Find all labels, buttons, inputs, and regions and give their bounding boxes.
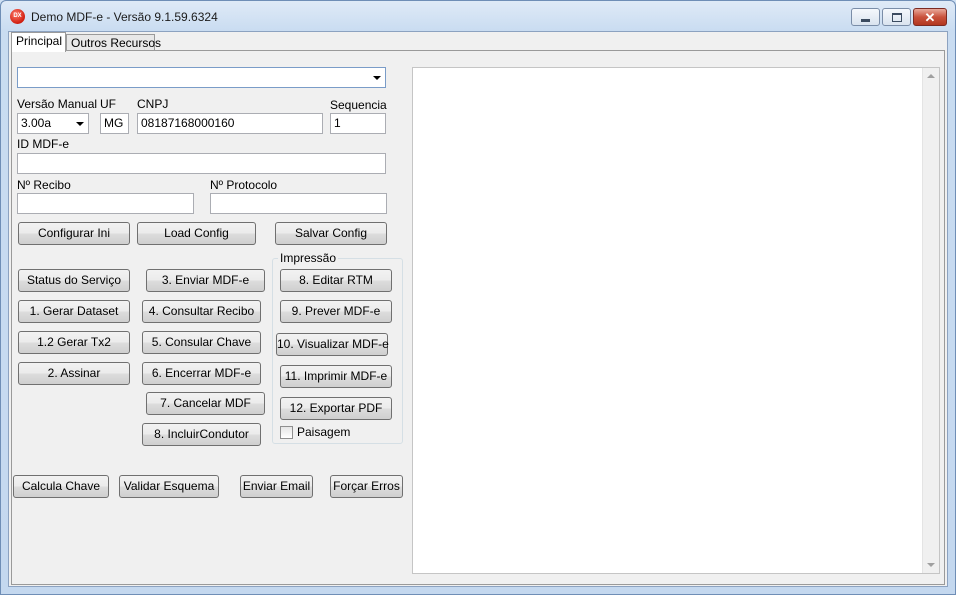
prever-mdfe-button[interactable]: 9. Prever MDF-e: [280, 300, 392, 323]
uf-field[interactable]: MG: [100, 113, 129, 134]
recibo-label: Nº Recibo: [17, 178, 71, 192]
scroll-up-icon[interactable]: [927, 74, 935, 78]
minimize-icon: [861, 18, 870, 22]
title-bar[interactable]: DX Demo MDF-e - Versão 9.1.59.6324 ✕: [0, 0, 956, 32]
chevron-down-icon: [76, 122, 84, 126]
editar-rtm-button[interactable]: 8. Editar RTM: [280, 269, 392, 292]
enviar-email-button[interactable]: Enviar Email: [240, 475, 313, 498]
recibo-field[interactable]: [17, 193, 194, 214]
status-servico-button[interactable]: Status do Serviço: [18, 269, 130, 292]
sequencia-label: Sequencia: [330, 98, 387, 112]
consultar-chave-button[interactable]: 5. Consular Chave: [142, 331, 261, 354]
tab-principal[interactable]: Principal: [11, 32, 66, 52]
encerrar-mdfe-button[interactable]: 6. Encerrar MDF-e: [142, 362, 261, 385]
sequencia-field[interactable]: 1: [330, 113, 386, 134]
output-memo[interactable]: [412, 67, 940, 574]
maximize-button[interactable]: [882, 8, 911, 26]
vertical-scrollbar[interactable]: [922, 68, 939, 573]
assinar-button[interactable]: 2. Assinar: [18, 362, 130, 385]
cancelar-mdf-button[interactable]: 7. Cancelar MDF: [146, 392, 265, 415]
window-title: Demo MDF-e - Versão 9.1.59.6324: [31, 10, 218, 24]
consultar-recibo-button[interactable]: 4. Consultar Recibo: [142, 300, 261, 323]
close-icon: ✕: [924, 9, 936, 25]
tab-page-principal: Versão Manual UF CNPJ Sequencia 3.00a MG…: [11, 50, 945, 585]
paisagem-checkbox[interactable]: [280, 426, 293, 439]
incluir-condutor-button[interactable]: 8. IncluirCondutor: [142, 423, 261, 446]
gerar-tx2-button[interactable]: 1.2 Gerar Tx2: [18, 331, 130, 354]
chevron-down-icon: [373, 76, 381, 80]
calcula-chave-button[interactable]: Calcula Chave: [13, 475, 109, 498]
cnpj-label: CNPJ: [137, 97, 169, 111]
protocolo-field[interactable]: [210, 193, 387, 214]
app-logo-icon[interactable]: DX: [10, 9, 25, 24]
scroll-down-icon[interactable]: [927, 563, 935, 567]
versao-label: Versão Manual: [17, 97, 98, 111]
salvar-config-button[interactable]: Salvar Config: [275, 222, 387, 245]
impressao-group-title: Impressão: [278, 251, 339, 265]
versao-value: 3.00a: [21, 116, 52, 130]
id-mdfe-label: ID MDF-e: [17, 137, 69, 151]
forcar-erros-button[interactable]: Forçar Erros: [330, 475, 403, 498]
visualizar-mdfe-button[interactable]: 10. Visualizar MDF-e: [276, 333, 389, 356]
imprimir-mdfe-button[interactable]: 11. Imprimir MDF-e: [280, 365, 392, 388]
minimize-button[interactable]: [851, 8, 880, 26]
enviar-mdfe-button[interactable]: 3. Enviar MDF-e: [146, 269, 265, 292]
validar-esquema-button[interactable]: Validar Esquema: [119, 475, 219, 498]
cnpj-field[interactable]: 08187168000160: [137, 113, 323, 134]
paisagem-label: Paisagem: [297, 425, 351, 439]
exportar-pdf-button[interactable]: 12. Exportar PDF: [280, 397, 392, 420]
protocolo-label: Nº Protocolo: [210, 178, 278, 192]
versao-select[interactable]: 3.00a: [17, 113, 89, 134]
maximize-icon: [891, 12, 902, 22]
tab-outros-recursos[interactable]: Outros Recursos: [66, 34, 161, 51]
close-button[interactable]: ✕: [913, 8, 947, 26]
gerar-dataset-button[interactable]: 1. Gerar Dataset: [18, 300, 130, 323]
uf-label: UF: [100, 97, 116, 111]
configurar-ini-button[interactable]: Configurar Ini: [18, 222, 130, 245]
load-config-button[interactable]: Load Config: [137, 222, 256, 245]
top-combo[interactable]: [17, 67, 386, 88]
client-area: Principal Outros Recursos Versão Manual …: [8, 31, 948, 587]
id-mdfe-field[interactable]: [17, 153, 386, 174]
